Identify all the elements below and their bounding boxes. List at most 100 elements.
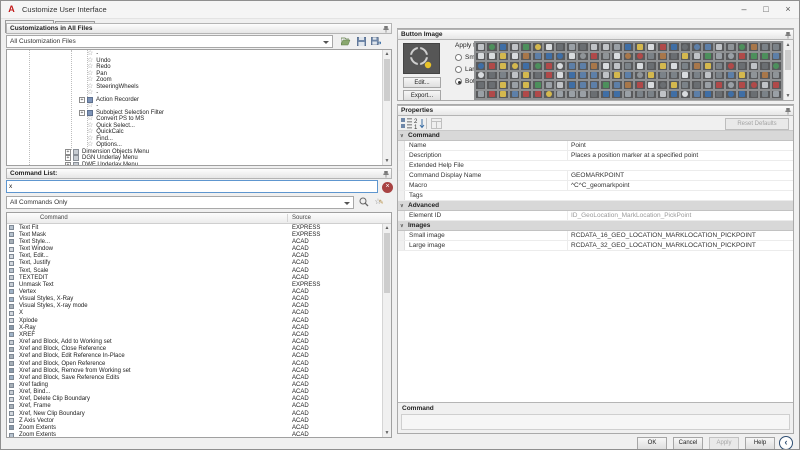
command-row[interactable]: Xref and Block, Remove from Working set A… <box>7 367 382 374</box>
property-row[interactable]: Large image RCDATA_32_GEO_LOCATION_MARKLO… <box>398 241 793 251</box>
grid-icon[interactable] <box>577 42 589 52</box>
pin-icon[interactable] <box>383 26 389 33</box>
expand-icon[interactable]: + <box>65 161 71 165</box>
grid-icon[interactable] <box>600 51 612 61</box>
command-row[interactable]: Xref and Block, Close Reference ACAD <box>7 346 382 353</box>
grid-icon[interactable] <box>702 61 714 71</box>
grid-icon[interactable] <box>713 61 726 71</box>
grid-icon[interactable] <box>554 70 566 80</box>
grid-icon[interactable] <box>611 42 623 52</box>
categorized-view-icon[interactable] <box>401 118 412 129</box>
grid-icon[interactable] <box>656 51 669 61</box>
minimize-icon[interactable]: – <box>733 2 755 18</box>
scroll-up-icon[interactable]: ▲ <box>383 224 391 232</box>
grid-icon[interactable] <box>520 89 532 99</box>
grid-icon[interactable] <box>531 51 544 61</box>
command-row[interactable]: Zoom Extents ACAD <box>7 432 382 437</box>
grid-icon[interactable] <box>645 70 657 80</box>
grid-icon[interactable] <box>770 42 782 52</box>
search-settings-icon[interactable] <box>358 196 370 208</box>
pin-icon[interactable] <box>785 32 791 39</box>
grid-icon[interactable] <box>509 70 521 80</box>
grid-icon[interactable] <box>713 80 726 90</box>
scroll-up-icon[interactable]: ▲ <box>784 41 792 49</box>
grid-icon[interactable] <box>747 89 760 99</box>
grid-icon[interactable] <box>543 70 555 80</box>
property-category[interactable]: ∨ Command <box>398 131 793 141</box>
expand-icon[interactable]: + <box>79 109 85 116</box>
grid-icon[interactable] <box>747 61 760 71</box>
command-row[interactable]: Text, Justify ACAD <box>7 260 382 267</box>
command-search-input[interactable] <box>6 180 378 193</box>
grid-icon[interactable] <box>668 51 680 61</box>
command-row[interactable]: Xplode ACAD <box>7 317 382 324</box>
grid-icon[interactable] <box>656 80 669 90</box>
command-row[interactable]: Xref and Block, Open Reference ACAD <box>7 360 382 367</box>
command-row[interactable]: Xref, Bind... ACAD <box>7 389 382 396</box>
grid-icon[interactable] <box>634 70 646 80</box>
grid-icon[interactable] <box>520 42 532 52</box>
grid-icon[interactable] <box>475 42 487 52</box>
scroll-down-icon[interactable]: ▼ <box>784 92 792 100</box>
property-category[interactable]: ∨ Images <box>398 221 793 231</box>
grid-icon[interactable] <box>759 42 771 52</box>
property-row[interactable]: Small image RCDATA_16_GEO_LOCATION_MARKLO… <box>398 231 793 241</box>
grid-icon[interactable] <box>679 42 692 52</box>
grid-icon[interactable] <box>770 89 782 99</box>
grid-icon[interactable] <box>725 89 737 99</box>
grid-icon[interactable] <box>747 80 760 90</box>
grid-icon[interactable] <box>497 89 510 99</box>
grid-icon[interactable] <box>531 70 544 80</box>
grid-icon[interactable] <box>520 80 532 90</box>
save-icon[interactable] <box>355 35 367 47</box>
command-row[interactable]: Xref and Block, Save Reference Edits ACAD <box>7 374 382 381</box>
expand-icon[interactable]: + <box>65 155 71 162</box>
grid-icon[interactable] <box>668 80 680 90</box>
grid-icon[interactable] <box>565 42 578 52</box>
column-header-source[interactable]: Source <box>292 215 311 221</box>
grid-icon[interactable] <box>554 89 566 99</box>
grid-icon[interactable] <box>611 51 623 61</box>
grid-icon[interactable] <box>520 51 532 61</box>
command-row[interactable]: Xref fading ACAD <box>7 381 382 388</box>
grid-icon[interactable] <box>497 80 510 90</box>
command-row[interactable]: Z Axis Vector ACAD <box>7 417 382 424</box>
grid-icon[interactable] <box>577 61 589 71</box>
grid-icon[interactable] <box>713 51 726 61</box>
command-row[interactable]: Unmask Text EXPRESS <box>7 281 382 288</box>
grid-icon[interactable] <box>725 80 737 90</box>
grid-icon[interactable] <box>747 42 760 52</box>
close-icon[interactable]: × <box>777 2 799 18</box>
grid-icon[interactable] <box>543 42 555 52</box>
scroll-up-icon[interactable]: ▲ <box>383 50 391 58</box>
grid-icon[interactable] <box>702 70 714 80</box>
grid-icon[interactable] <box>679 61 692 71</box>
command-row[interactable]: X ACAD <box>7 310 382 317</box>
command-row[interactable]: Text Fit EXPRESS <box>7 224 382 231</box>
grid-icon[interactable] <box>747 70 760 80</box>
scroll-down-icon[interactable]: ▼ <box>383 429 391 437</box>
command-filter-dropdown[interactable]: All Commands Only <box>6 196 354 209</box>
grid-icon[interactable] <box>588 51 601 61</box>
grid-icon[interactable] <box>588 70 601 80</box>
property-category[interactable]: ∨ Advanced <box>398 201 793 211</box>
grid-icon[interactable] <box>702 42 714 52</box>
grid-icon[interactable] <box>554 61 566 71</box>
grid-icon[interactable] <box>486 89 498 99</box>
grid-icon[interactable] <box>611 89 623 99</box>
grid-icon[interactable] <box>645 51 657 61</box>
grid-icon[interactable] <box>691 70 703 80</box>
grid-icon[interactable] <box>497 42 510 52</box>
grid-icon[interactable] <box>600 61 612 71</box>
grid-icon[interactable] <box>475 61 487 71</box>
grid-icon[interactable] <box>565 51 578 61</box>
export-button[interactable]: Export... <box>403 90 441 101</box>
grid-icon[interactable] <box>509 42 521 52</box>
grid-icon[interactable] <box>736 51 748 61</box>
edit-button[interactable]: Edit... <box>403 77 441 88</box>
command-row[interactable]: Vertex ACAD <box>7 288 382 295</box>
grid-icon[interactable] <box>679 80 692 90</box>
property-row[interactable]: Command Display Name GEOMARKPOINT <box>398 171 793 181</box>
apply-button[interactable]: Apply <box>709 437 739 449</box>
grid-icon[interactable] <box>509 89 521 99</box>
